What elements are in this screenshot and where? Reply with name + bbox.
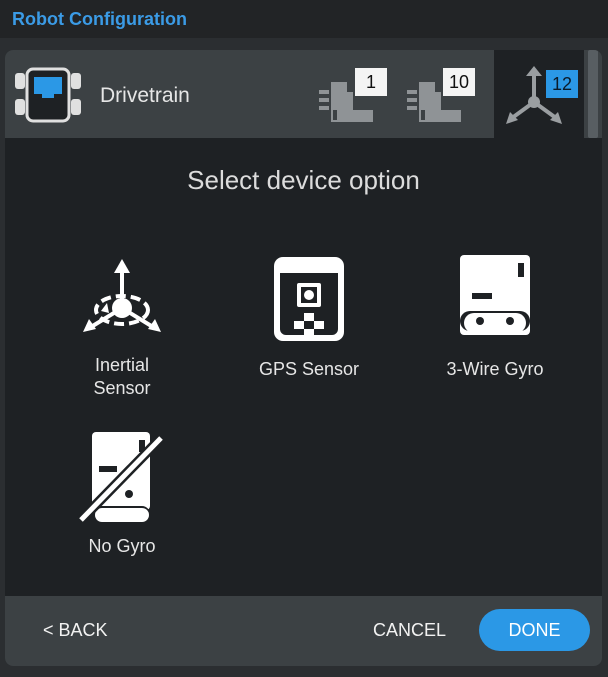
port-10-motor[interactable]: 10: [407, 64, 475, 128]
option-no-gyro[interactable]: No Gyro: [47, 432, 197, 558]
drivetrain-label: Drivetrain: [100, 84, 190, 107]
option-label: 3-Wire Gyro: [446, 359, 544, 379]
option-inertial-sensor[interactable]: Inertial Sensor: [47, 255, 197, 400]
port-12-inertial[interactable]: 12: [494, 50, 584, 138]
back-button[interactable]: < BACK: [43, 620, 108, 641]
option-label: No Gyro: [88, 536, 156, 556]
device-header: Drivetrain 1 10 12: [5, 50, 602, 138]
select-device-heading: Select device option: [187, 165, 420, 195]
drivetrain-icon: [15, 67, 81, 123]
gps-sensor-icon: [274, 257, 344, 341]
port-number-badge: 1: [355, 68, 387, 96]
footer-bar: < BACK CANCEL DONE: [5, 596, 602, 666]
option-label: GPS Sensor: [258, 359, 360, 379]
title-bar: Robot Configuration: [0, 0, 608, 38]
app-title: Robot Configuration: [12, 9, 187, 29]
port-number-badge: 10: [443, 68, 475, 96]
header-scroll-thumb[interactable]: [588, 50, 598, 138]
inertial-sensor-icon: [83, 259, 161, 332]
cancel-button[interactable]: CANCEL: [373, 620, 446, 641]
port-1-motor[interactable]: 1: [319, 64, 387, 128]
option-three-wire-gyro[interactable]: 3-Wire Gyro: [420, 255, 570, 381]
option-gps-sensor[interactable]: GPS Sensor: [234, 255, 384, 381]
port-number-badge: 12: [546, 70, 578, 98]
config-panel: Drivetrain 1 10 12 Select device option …: [5, 50, 602, 666]
done-button[interactable]: DONE: [479, 609, 590, 651]
three-wire-gyro-icon: [460, 255, 530, 335]
no-gyro-icon: [77, 432, 165, 524]
option-label: Inertial Sensor: [93, 355, 151, 398]
